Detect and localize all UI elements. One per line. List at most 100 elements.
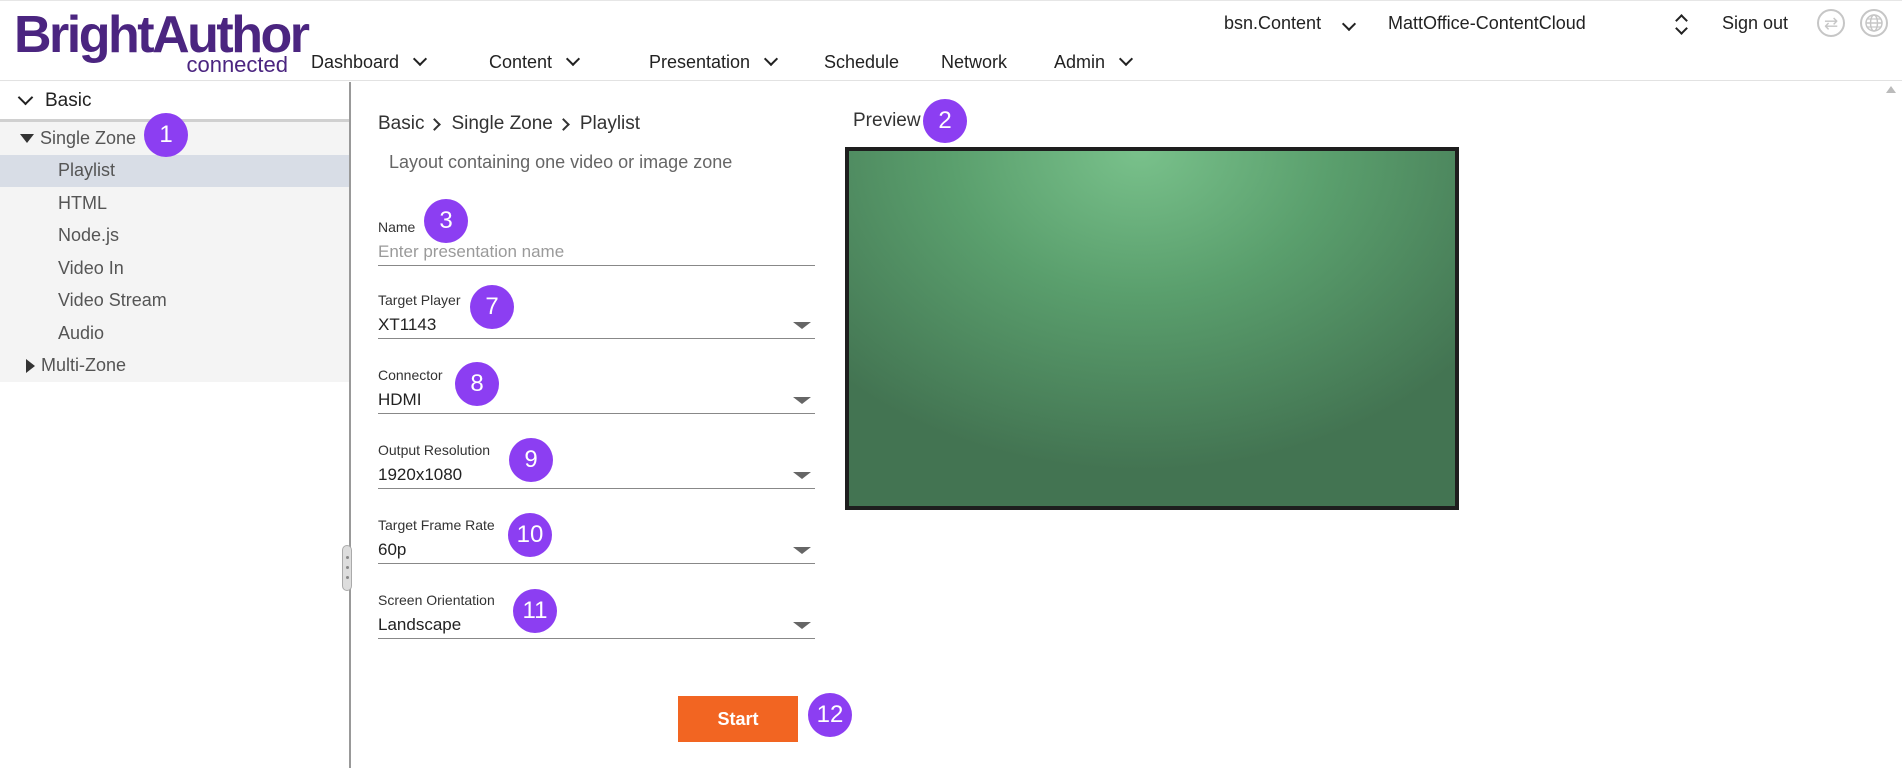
- output-resolution-field: Output Resolution 1920x1080: [378, 441, 815, 489]
- name-placeholder: Enter presentation name: [378, 241, 565, 261]
- dropdown-arrow-icon: [793, 547, 811, 554]
- nav-presentation[interactable]: Presentation: [649, 49, 824, 75]
- preview-label: Preview: [853, 110, 921, 131]
- layout-tree: Single Zone Playlist HTML Node.js Video …: [0, 122, 349, 382]
- tree-item-label: HTML: [58, 192, 107, 213]
- breadcrumb-basic[interactable]: Basic: [378, 113, 424, 135]
- tree-item-video-stream[interactable]: Video Stream: [0, 285, 349, 318]
- annotation-badge-9: 9: [509, 438, 553, 482]
- tree-group-label: Single Zone: [40, 127, 137, 148]
- breadcrumb-playlist: Playlist: [579, 113, 641, 134]
- chevron-down-icon: [565, 51, 581, 67]
- tree-item-label: Video Stream: [58, 290, 167, 311]
- annotation-badge-7: 7: [470, 285, 514, 329]
- layout-sidebar: Basic Single Zone Playlist HTML Node.js …: [0, 82, 349, 768]
- chevron-down-icon: [1118, 51, 1134, 67]
- start-button[interactable]: Start: [678, 696, 798, 742]
- connector-field: Connector HDMI: [378, 366, 815, 414]
- tree-item-label: Playlist: [58, 160, 116, 181]
- caret-right-icon: [26, 358, 35, 373]
- annotation-badge-3: 3: [424, 199, 468, 243]
- nav-content-label: Content: [489, 51, 553, 72]
- tree-group-multi-zone[interactable]: Multi-Zone: [0, 350, 349, 383]
- app-header: BrightAuthor connected Dashboard Content…: [0, 0, 1902, 81]
- content-source-label: bsn.Content: [1224, 13, 1322, 33]
- output-resolution-select[interactable]: 1920x1080: [378, 459, 815, 489]
- tree-group-label: Multi-Zone: [41, 355, 127, 376]
- sync-icon[interactable]: ⇄: [1817, 9, 1845, 37]
- annotation-badge-8: 8: [455, 362, 499, 406]
- target-frame-rate-field: Target Frame Rate 60p: [378, 516, 815, 564]
- annotation-badge-2: 2: [923, 99, 967, 143]
- dropdown-arrow-icon: [793, 472, 811, 479]
- chevron-down-icon: [1342, 16, 1357, 32]
- panel-splitter[interactable]: [349, 82, 351, 768]
- nav-schedule[interactable]: Schedule: [824, 49, 941, 75]
- screen-orientation-field: Screen Orientation Landscape: [378, 591, 815, 639]
- globe-icon-glyph: [1865, 14, 1883, 32]
- breadcrumb-single-zone[interactable]: Single Zone: [451, 113, 552, 135]
- chevron-down-icon: [412, 51, 428, 67]
- tree-item-label: Audio: [58, 322, 105, 343]
- target-frame-rate-value: 60p: [378, 539, 407, 559]
- globe-icon[interactable]: [1860, 9, 1888, 37]
- chevron-down-icon: [17, 89, 34, 106]
- nav-network-label: Network: [941, 51, 1008, 72]
- nav-presentation-label: Presentation: [649, 51, 751, 72]
- target-player-label: Target Player: [378, 292, 461, 308]
- target-player-field: Target Player XT1143: [378, 291, 815, 339]
- nav-network[interactable]: Network: [941, 49, 1054, 75]
- chevron-down-icon: [764, 51, 779, 67]
- connector-select[interactable]: HDMI: [378, 384, 815, 414]
- nav-dashboard[interactable]: Dashboard: [311, 49, 489, 75]
- scroll-up-icon[interactable]: [1886, 86, 1896, 93]
- annotation-badge-12: 12: [808, 693, 852, 737]
- tree-item-nodejs[interactable]: Node.js: [0, 220, 349, 253]
- dropdown-arrow-icon: [793, 322, 811, 329]
- nav-content[interactable]: Content: [489, 49, 649, 75]
- target-frame-rate-select[interactable]: 60p: [378, 534, 815, 564]
- logo-subtitle: connected: [186, 52, 288, 77]
- sign-out-link[interactable]: Sign out: [1722, 13, 1788, 37]
- preview-frame: [845, 147, 1459, 510]
- connector-value: HDMI: [378, 389, 422, 409]
- output-resolution-value: 1920x1080: [378, 464, 463, 484]
- tree-item-label: Video In: [58, 257, 124, 278]
- nav-schedule-label: Schedule: [824, 51, 900, 72]
- annotation-badge-1: 1: [144, 113, 188, 157]
- screen-orientation-select[interactable]: Landscape: [378, 609, 815, 639]
- target-player-value: XT1143: [378, 314, 437, 334]
- network-selector[interactable]: MattOffice-ContentCloud: [1388, 13, 1688, 37]
- breadcrumb: Basic Single Zone Playlist: [378, 111, 640, 137]
- main-nav: Dashboard Content Presentation Schedule …: [311, 49, 1134, 75]
- tree-item-label: Node.js: [58, 225, 120, 246]
- preview-screen: [849, 151, 1455, 506]
- target-frame-rate-label: Target Frame Rate: [378, 517, 495, 533]
- tree-item-audio[interactable]: Audio: [0, 317, 349, 350]
- caret-down-icon: [20, 133, 34, 143]
- sidebar-section-label: Basic: [45, 89, 92, 111]
- brightauthor-logo[interactable]: BrightAuthor connected: [14, 7, 310, 79]
- splitter-handle[interactable]: [342, 545, 352, 591]
- annotation-badge-11: 11: [513, 589, 557, 633]
- chevron-right-icon: [557, 117, 570, 131]
- connector-label: Connector: [378, 367, 443, 383]
- screen-orientation-label: Screen Orientation: [378, 592, 495, 608]
- sign-out-label: Sign out: [1722, 13, 1789, 33]
- tree-item-html[interactable]: HTML: [0, 187, 349, 220]
- nav-dashboard-label: Dashboard: [311, 51, 400, 72]
- nav-admin-label: Admin: [1054, 51, 1106, 72]
- network-name: MattOffice-ContentCloud: [1388, 13, 1586, 33]
- nav-admin[interactable]: Admin: [1054, 49, 1134, 75]
- target-player-select[interactable]: XT1143: [378, 309, 815, 339]
- output-resolution-label: Output Resolution: [378, 442, 491, 458]
- layout-description: Layout containing one video or image zon…: [389, 152, 733, 172]
- tree-item-video-in[interactable]: Video In: [0, 252, 349, 285]
- chevron-right-icon: [428, 117, 442, 131]
- dropdown-arrow-icon: [793, 397, 811, 404]
- tree-item-playlist[interactable]: Playlist: [0, 154, 349, 187]
- annotation-badge-10: 10: [508, 513, 552, 557]
- chevron-updown-icon: [1674, 14, 1688, 36]
- screen-orientation-value: Landscape: [378, 614, 462, 634]
- content-source-selector[interactable]: bsn.Content: [1224, 13, 1357, 37]
